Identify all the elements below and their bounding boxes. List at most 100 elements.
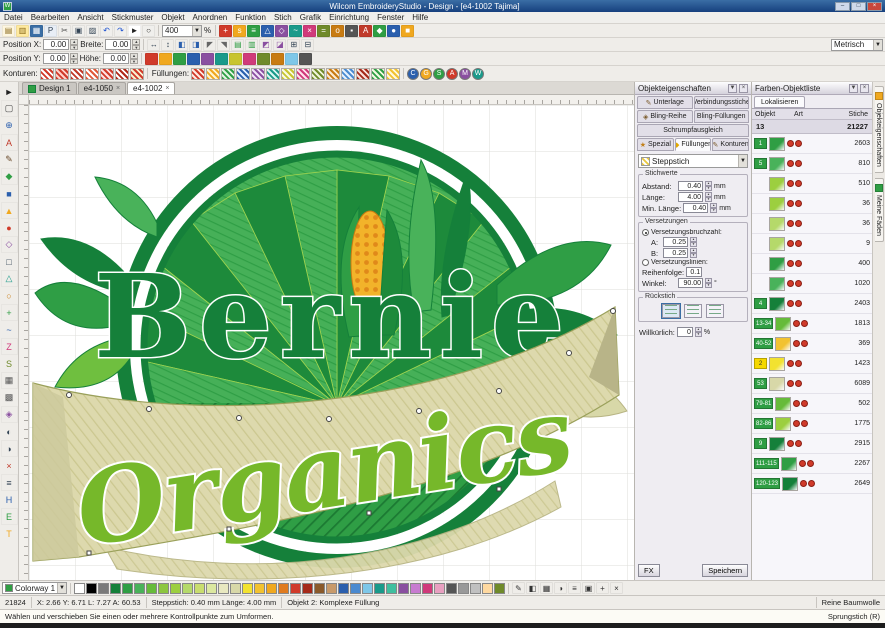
zoom-combo[interactable]: 400 ▼	[162, 25, 202, 37]
motif-icon[interactable]: C	[407, 68, 419, 80]
minimize-button[interactable]: –	[835, 2, 850, 11]
palette-tool-icon[interactable]: ▦	[540, 582, 553, 594]
fill-pattern-chip[interactable]	[371, 68, 385, 80]
offset-b-stepper[interactable]: ▲▼	[690, 248, 697, 258]
toolbar-icon[interactable]: o	[331, 25, 344, 37]
winkel-field[interactable]: 90.00	[678, 278, 703, 288]
color-swatch[interactable]	[338, 583, 349, 594]
object-row[interactable]: 111-115 2267	[752, 454, 872, 474]
outline-pattern-chip[interactable]	[115, 68, 129, 80]
pin-icon[interactable]: ▼	[728, 84, 737, 93]
offset-a-field[interactable]: 0.25	[663, 237, 688, 247]
fx-button[interactable]: FX	[638, 564, 660, 577]
style-icon[interactable]	[285, 53, 298, 65]
position-x-stepper[interactable]: ▲▼	[70, 39, 78, 50]
menu-item[interactable]: Datei	[0, 13, 27, 22]
transform-icon[interactable]: ◧	[175, 39, 188, 51]
colorway-combo[interactable]: Colorway 1 ▼	[2, 582, 67, 594]
offset-fraction-radio[interactable]	[642, 229, 649, 236]
backstitch-style-1[interactable]	[662, 304, 680, 318]
color-swatch[interactable]	[434, 583, 445, 594]
object-row[interactable]: 9 2915	[752, 434, 872, 454]
style-icon[interactable]	[145, 53, 158, 65]
tool-icon[interactable]: ►	[1, 83, 18, 100]
style-icon[interactable]	[257, 53, 270, 65]
object-row[interactable]: 36	[752, 214, 872, 234]
color-swatch[interactable]	[194, 583, 205, 594]
tool-icon[interactable]: ✎	[1, 151, 18, 168]
color-swatch[interactable]	[326, 583, 337, 594]
object-row[interactable]: 5 810	[752, 154, 872, 174]
palette-tool-icon[interactable]: ✎	[512, 582, 525, 594]
value-field[interactable]: 0.40	[683, 203, 708, 213]
toolbar-icon[interactable]: △	[261, 25, 274, 37]
dock-tab-meine-faeden[interactable]: Meine Fäden	[875, 178, 884, 242]
height-field[interactable]: 0.00	[103, 53, 129, 64]
tool-icon[interactable]: Z	[1, 338, 18, 355]
fill-pattern-chip[interactable]	[236, 68, 250, 80]
tool-icon[interactable]: ▦	[1, 372, 18, 389]
fill-pattern-chip[interactable]	[266, 68, 280, 80]
menu-item[interactable]: Ansicht	[73, 13, 107, 22]
color-swatch[interactable]	[302, 583, 313, 594]
offset-a-stepper[interactable]: ▲▼	[690, 237, 697, 247]
toolbar-icon[interactable]: ▪	[345, 25, 358, 37]
toolbar-icon[interactable]: +	[219, 25, 232, 37]
close-icon[interactable]: ×	[860, 84, 869, 93]
tab-lokalisieren[interactable]: Lokalisieren	[754, 96, 805, 108]
toolbar-icon[interactable]: ▨	[86, 25, 99, 37]
outline-pattern-chip[interactable]	[100, 68, 114, 80]
palette-tool-icon[interactable]: ◑	[554, 582, 567, 594]
toolbar-icon[interactable]: ▦	[30, 25, 43, 37]
motif-icon[interactable]: S	[433, 68, 445, 80]
color-swatch[interactable]	[182, 583, 193, 594]
color-swatch[interactable]	[362, 583, 373, 594]
style-icon[interactable]	[271, 53, 284, 65]
object-row[interactable]: 9	[752, 234, 872, 254]
style-icon[interactable]	[187, 53, 200, 65]
toolbar-icon[interactable]: A	[359, 25, 372, 37]
object-row[interactable]: 400	[752, 254, 872, 274]
doc-tab-design1[interactable]: Design 1	[22, 82, 77, 94]
tool-icon[interactable]: ~	[1, 321, 18, 338]
tool-icon[interactable]: ▩	[1, 389, 18, 406]
position-y-stepper[interactable]: ▲▼	[70, 53, 78, 64]
color-swatch[interactable]	[398, 583, 409, 594]
color-swatch[interactable]	[470, 583, 481, 594]
outline-pattern-chip[interactable]	[70, 68, 84, 80]
menu-item[interactable]: Anordnen	[189, 13, 232, 22]
fill-pattern-chip[interactable]	[311, 68, 325, 80]
object-row[interactable]: 36	[752, 194, 872, 214]
color-swatch[interactable]	[218, 583, 229, 594]
color-swatch[interactable]	[206, 583, 217, 594]
style-icon[interactable]	[299, 53, 312, 65]
winkel-stepper[interactable]: ▲▼	[705, 278, 712, 288]
color-swatch[interactable]	[254, 583, 265, 594]
pin-icon[interactable]: ▼	[849, 84, 858, 93]
tab-fuellungen[interactable]: ◆Füllungen	[675, 138, 712, 151]
transform-icon[interactable]: ⊟	[301, 39, 314, 51]
tab-konturen[interactable]: ✎Konturen	[712, 138, 749, 151]
color-swatch[interactable]	[410, 583, 421, 594]
offset-lines-radio[interactable]	[642, 259, 649, 266]
object-row[interactable]: 53 6089	[752, 374, 872, 394]
fill-pattern-chip[interactable]	[326, 68, 340, 80]
tool-icon[interactable]: □	[1, 253, 18, 270]
palette-tool-icon[interactable]: ▣	[582, 582, 595, 594]
style-icon[interactable]	[243, 53, 256, 65]
random-field[interactable]: 0	[677, 327, 693, 337]
palette-tool-icon[interactable]: ◧	[526, 582, 539, 594]
transform-icon[interactable]: ◥	[217, 39, 230, 51]
design-canvas[interactable]: Bernie Organics	[29, 105, 634, 580]
object-row[interactable]: 4 2403	[752, 294, 872, 314]
menu-item[interactable]: Fenster	[373, 13, 408, 22]
fill-pattern-chip[interactable]	[281, 68, 295, 80]
fill-pattern-chip[interactable]	[386, 68, 400, 80]
value-field[interactable]: 4.00	[678, 192, 703, 202]
backstitch-style-3[interactable]	[706, 304, 724, 318]
tool-icon[interactable]: ◑	[1, 440, 18, 457]
toolbar-icon[interactable]: ↷	[114, 25, 127, 37]
toolbar-icon[interactable]: ✂	[58, 25, 71, 37]
tool-icon[interactable]: △	[1, 270, 18, 287]
tool-icon[interactable]: S	[1, 355, 18, 372]
